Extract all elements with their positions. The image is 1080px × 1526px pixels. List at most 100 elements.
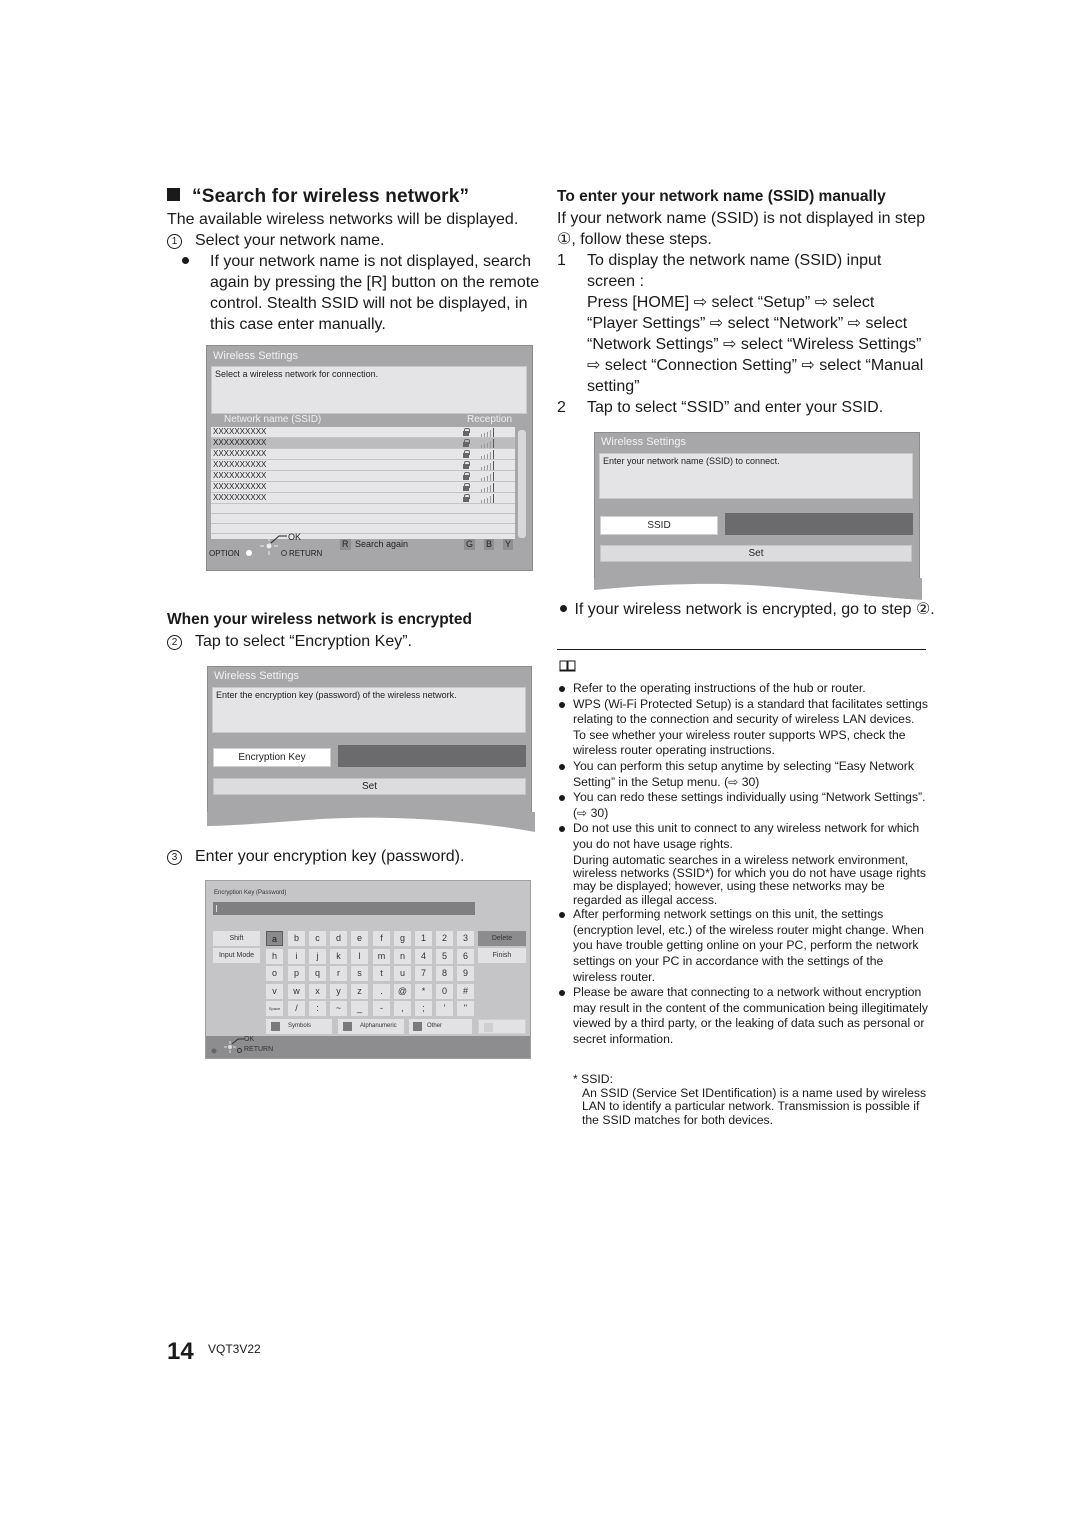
keyboard-key[interactable]: i [288, 948, 305, 964]
keyboard-key[interactable]: x [309, 983, 326, 999]
ok-label: OK [244, 1036, 255, 1043]
keyboard-key[interactable]: l [351, 948, 368, 964]
y-key-badge[interactable]: Y [503, 539, 514, 550]
column-ssid: Network name (SSID) [224, 414, 322, 425]
keyboard-key[interactable]: : [309, 1001, 326, 1016]
keyboard-key[interactable]: ; [415, 1001, 432, 1016]
password-input[interactable] [213, 902, 475, 915]
option-dot-icon [246, 550, 252, 556]
ssid-field[interactable] [725, 513, 913, 535]
keyboard-key[interactable]: " [457, 1001, 474, 1016]
keyboard-key[interactable]: ~ [330, 1001, 347, 1016]
bullet-icon [559, 826, 565, 833]
keyboard-key[interactable]: . [373, 983, 390, 999]
encryption-key-field[interactable] [338, 745, 526, 767]
keyboard-key[interactable]: y [330, 983, 347, 999]
note-item: You can redo these settings individually… [557, 790, 929, 821]
step-marker: 2 [167, 635, 182, 650]
notes-list: Refer to the operating instructions of t… [557, 681, 929, 1048]
note-subparagraph: During automatic searches in a wireless … [573, 852, 926, 907]
keyboard-key[interactable]: # [457, 983, 474, 999]
keyboard-key[interactable]: 4 [415, 948, 432, 964]
note-item: WPS (Wi-Fi Protected Setup) is a standar… [557, 697, 929, 759]
keyboard-key[interactable]: p [288, 966, 305, 981]
shift-key[interactable]: Shift [213, 931, 260, 946]
keyboard-key[interactable]: v [266, 983, 283, 999]
keyboard-key[interactable]: q [309, 966, 326, 981]
bullet-icon [559, 990, 565, 997]
delete-key[interactable]: Delete [478, 931, 526, 946]
keyboard-key[interactable]: 3 [457, 931, 474, 946]
keyboard-key[interactable]: j [309, 948, 326, 964]
keyboard-key[interactable]: 2 [436, 931, 453, 946]
ok-label: OK [288, 532, 302, 542]
input-mode-key[interactable]: Input Mode [213, 948, 260, 963]
empty-row[interactable] [211, 514, 515, 524]
keyboard-key[interactable]: u [394, 966, 411, 981]
network-row[interactable]: XXXXXXXXXX [211, 427, 515, 438]
keyboard-key[interactable]: h [266, 948, 283, 964]
keyboard-key[interactable]: 5 [436, 948, 453, 964]
keyboard-key[interactable]: z [351, 983, 368, 999]
footnote-title: * SSID: [573, 1072, 613, 1086]
network-row[interactable]: XXXXXXXXXX [211, 460, 515, 471]
encryption-key-button[interactable]: Encryption Key [213, 748, 331, 767]
network-row[interactable]: XXXXXXXXXX [211, 449, 515, 460]
keyboard-key[interactable]: 1 [415, 931, 432, 946]
keyboard-key[interactable]: b [288, 931, 305, 946]
empty-row[interactable] [211, 504, 515, 514]
screen-message: Select a wireless network for connection… [211, 366, 527, 414]
set-button[interactable]: Set [600, 545, 912, 562]
keyboard-key[interactable]: k [330, 948, 347, 964]
keyboard-key[interactable]: @ [394, 983, 411, 999]
keyboard-key[interactable]: - [373, 1001, 390, 1016]
network-row[interactable]: XXXXXXXXXX [211, 471, 515, 482]
keyboard-key[interactable]: f [373, 931, 390, 946]
blank-mode-button[interactable] [478, 1019, 526, 1034]
keyboard-key[interactable]: e [351, 931, 368, 946]
r-key-badge[interactable]: R [340, 539, 351, 550]
intro-text: The available wireless networks will be … [167, 211, 519, 228]
signal-bars-icon [481, 439, 494, 448]
network-row[interactable]: XXXXXXXXXX [211, 438, 515, 449]
keyboard-key[interactable]: ' [436, 1001, 453, 1016]
keyboard-key[interactable]: d [330, 931, 347, 946]
keyboard-key[interactable]: , [394, 1001, 411, 1016]
finish-key[interactable]: Finish [478, 948, 526, 963]
keyboard-key[interactable]: 6 [457, 948, 474, 964]
keyboard-key[interactable]: n [394, 948, 411, 964]
keyboard-key[interactable]: g [394, 931, 411, 946]
keyboard-key[interactable]: Space [266, 1001, 283, 1016]
alphanumeric-mode-button[interactable]: Alphanumeric [338, 1019, 404, 1034]
g-key-badge[interactable]: G [464, 539, 476, 550]
keyboard-key[interactable]: c [309, 931, 326, 946]
lock-icon [463, 439, 470, 447]
keyboard-key[interactable]: 0 [436, 983, 453, 999]
keyboard-key[interactable]: a [266, 931, 283, 946]
keyboard-key[interactable]: t [373, 966, 390, 981]
keyboard-key[interactable]: 7 [415, 966, 432, 981]
keyboard-key[interactable]: o [266, 966, 283, 981]
search-again-label[interactable]: Search again [355, 539, 408, 549]
keyboard-key[interactable]: s [351, 966, 368, 981]
keyboard-key[interactable]: 9 [457, 966, 474, 981]
keyboard-key[interactable]: _ [351, 1001, 368, 1016]
keyboard-key[interactable]: 8 [436, 966, 453, 981]
keyboard-key[interactable]: * [415, 983, 432, 999]
square-bullet-icon [167, 188, 180, 201]
bullet-icon [560, 605, 567, 612]
ssid-footnote: * SSID: An SSID (Service Set IDentificat… [573, 1072, 928, 1127]
keyboard-key[interactable]: w [288, 983, 305, 999]
set-button[interactable]: Set [213, 778, 526, 795]
symbols-mode-button[interactable]: Symbols [266, 1019, 332, 1034]
other-characters-mode-button[interactable]: Other Characters [409, 1019, 472, 1044]
network-row[interactable]: XXXXXXXXXX [211, 482, 515, 493]
network-row[interactable]: XXXXXXXXXX [211, 493, 515, 504]
keyboard-key[interactable]: m [373, 948, 390, 964]
ssid-button[interactable]: SSID [600, 516, 718, 535]
keyboard-key[interactable]: r [330, 966, 347, 981]
b-key-badge[interactable]: B [484, 539, 495, 550]
return-label: RETURN [244, 1046, 274, 1053]
keyboard-key[interactable]: / [288, 1001, 305, 1016]
scrollbar[interactable] [518, 430, 526, 538]
